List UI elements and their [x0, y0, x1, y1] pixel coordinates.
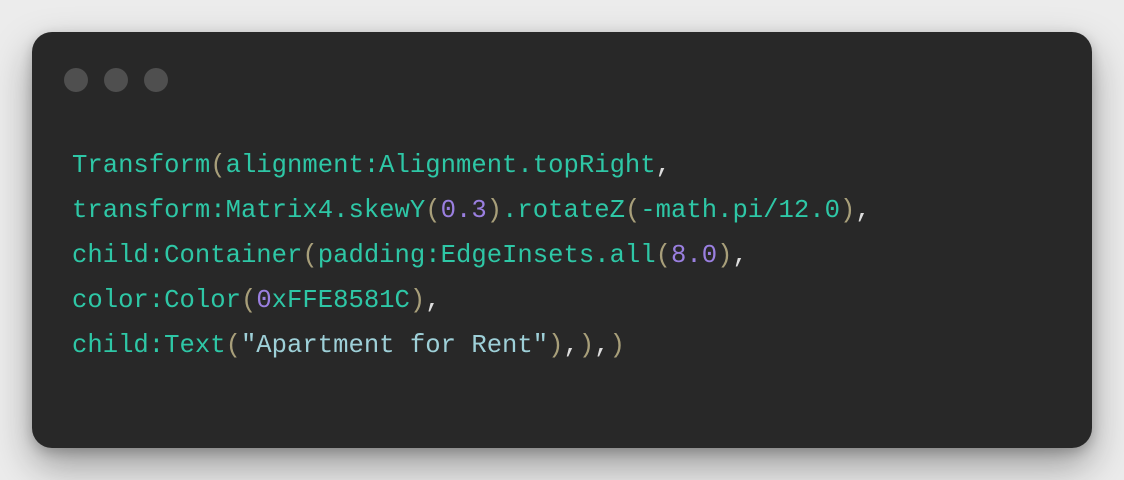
code-token-punct: , — [732, 241, 748, 270]
code-token-number: 0 — [256, 286, 272, 315]
code-token-paren: ( — [624, 196, 641, 225]
code-token-paren: ( — [425, 196, 441, 225]
maximize-icon[interactable] — [144, 68, 168, 92]
code-token-paren: ) — [548, 331, 564, 360]
code-token-punct: , — [563, 331, 579, 360]
code-token-paren: ) — [609, 331, 625, 360]
code-line: child:Container(padding:EdgeInsets.all(8… — [72, 233, 871, 278]
code-token-identifier: child:Text — [72, 331, 226, 360]
code-line: Transform(alignment:Alignment.topRight, — [72, 143, 871, 188]
code-token-paren: ( — [210, 151, 226, 180]
code-token-punct: , — [655, 151, 671, 180]
code-line: transform:Matrix4.skewY(0.3).rotateZ(-ma… — [72, 188, 871, 233]
code-token-paren: ( — [225, 331, 241, 360]
code-token-paren: ) — [486, 196, 503, 225]
code-token-paren: ( — [302, 241, 318, 270]
code-token-identifier: .rotateZ — [502, 196, 625, 225]
code-token-paren: ) — [717, 241, 733, 270]
code-token-paren: ( — [655, 241, 672, 270]
code-block: Transform(alignment:Alignment.topRight, t… — [72, 143, 871, 368]
code-token-paren: ( — [240, 286, 257, 315]
code-token-paren: ) — [839, 196, 856, 225]
code-token-identifier: xFFE8581C — [271, 286, 410, 315]
code-token-number: 0.3 — [440, 196, 487, 225]
code-token-number: 8.0 — [671, 241, 718, 270]
code-token-punct: , — [425, 286, 441, 315]
code-token-identifier: padding:EdgeInsets.all — [317, 241, 656, 270]
code-window: Transform(alignment:Alignment.topRight, t… — [32, 32, 1092, 448]
code-line: child:Text("Apartment for Rent"),),) — [72, 323, 871, 368]
code-token-identifier: alignment:Alignment.topRight — [225, 151, 656, 180]
code-token-string: "Apartment for Rent" — [240, 331, 549, 360]
minimize-icon[interactable] — [104, 68, 128, 92]
window-controls — [64, 68, 168, 92]
code-line: color:Color(0xFFE8581C), — [72, 278, 871, 323]
code-token-identifier: child:Container — [72, 241, 303, 270]
code-token-punct: , — [855, 196, 871, 225]
code-token-identifier: -math.pi/12.0 — [640, 196, 840, 225]
code-token-paren: ) — [409, 286, 426, 315]
code-token-punct: , — [594, 331, 610, 360]
code-token-identifier: color:Color — [72, 286, 241, 315]
code-token-identifier: transform:Matrix4.skewY — [72, 196, 426, 225]
code-token-identifier: Transform — [72, 151, 211, 180]
code-token-paren: ) — [578, 331, 595, 360]
close-icon[interactable] — [64, 68, 88, 92]
